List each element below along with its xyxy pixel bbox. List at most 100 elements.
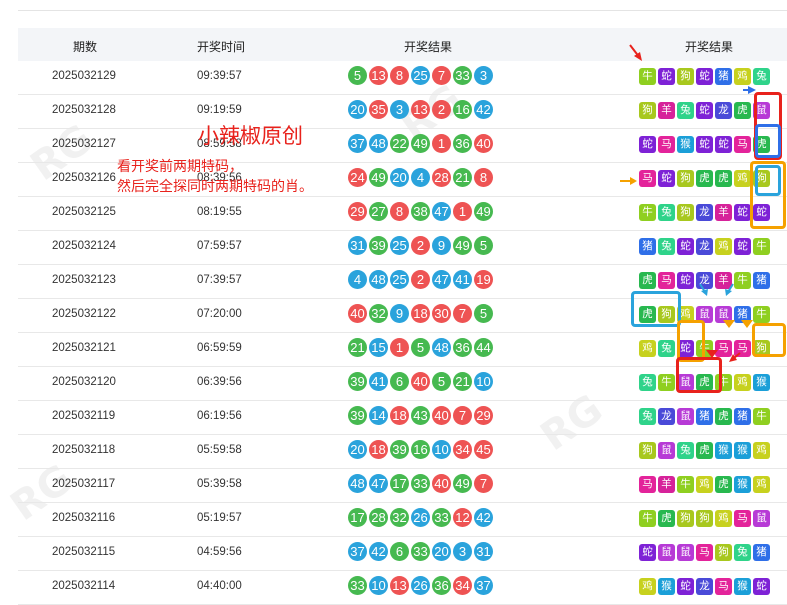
number-ball: 16 bbox=[453, 100, 472, 119]
zodiac-tag: 兔 bbox=[658, 238, 675, 255]
number-ball: 22 bbox=[390, 134, 409, 153]
number-ball: 1 bbox=[390, 338, 409, 357]
zodiac-tag: 狗 bbox=[696, 510, 713, 527]
zodiac-tag: 蛇 bbox=[734, 204, 751, 221]
zodiac-group: 猪兔蛇龙鸡蛇牛 bbox=[639, 238, 772, 255]
header-zodiac: 开奖结果 bbox=[685, 40, 734, 54]
ball-group: 40 32 9 18 30 7 5 bbox=[348, 304, 495, 323]
ball-group: 39 41 6 40 5 21 10 bbox=[348, 372, 495, 391]
issue-number: 2025032129 bbox=[52, 70, 116, 82]
zodiac-tag: 虎 bbox=[715, 170, 732, 187]
zodiac-tag: 猴 bbox=[658, 578, 675, 595]
number-ball: 2 bbox=[432, 100, 451, 119]
number-ball: 49 bbox=[369, 168, 388, 187]
zodiac-tag: 羊 bbox=[658, 476, 675, 493]
draw-time: 09:19:59 bbox=[197, 104, 242, 116]
number-ball: 39 bbox=[369, 236, 388, 255]
number-ball: 39 bbox=[390, 440, 409, 459]
zodiac-tag: 蛇 bbox=[677, 272, 694, 289]
number-ball: 40 bbox=[432, 474, 451, 493]
zodiac-tag: 牛 bbox=[753, 238, 770, 255]
zodiac-tag: 蛇 bbox=[715, 136, 732, 153]
zodiac-tag: 蛇 bbox=[639, 544, 656, 561]
highlight-box-orange-3 bbox=[752, 323, 786, 357]
zodiac-tag: 猪 bbox=[639, 238, 656, 255]
number-ball: 2 bbox=[411, 236, 430, 255]
number-ball: 9 bbox=[390, 304, 409, 323]
draw-time: 04:59:56 bbox=[197, 546, 242, 558]
table-row: 2025032116 05:19:57 17 28 32 26 33 12 42 牛虎狗狗鸡马鼠 bbox=[18, 503, 787, 537]
ball-group: 5 13 8 25 7 33 3 bbox=[348, 66, 495, 85]
zodiac-tag: 马 bbox=[734, 340, 751, 357]
zodiac-tag: 鼠 bbox=[658, 442, 675, 459]
ball-group: 24 49 20 4 28 21 8 bbox=[348, 168, 495, 187]
number-ball: 49 bbox=[411, 134, 430, 153]
zodiac-tag: 猴 bbox=[753, 374, 770, 391]
highlight-box-red-2 bbox=[676, 357, 722, 393]
number-ball: 37 bbox=[348, 134, 367, 153]
zodiac-tag: 虎 bbox=[715, 476, 732, 493]
number-ball: 25 bbox=[411, 66, 430, 85]
number-ball: 26 bbox=[411, 576, 430, 595]
number-ball: 36 bbox=[453, 134, 472, 153]
number-ball: 18 bbox=[390, 406, 409, 425]
draw-time: 08:19:55 bbox=[197, 206, 242, 218]
zodiac-tag: 猪 bbox=[696, 408, 713, 425]
number-ball: 37 bbox=[474, 576, 493, 595]
number-ball: 15 bbox=[369, 338, 388, 357]
zodiac-group: 牛蛇狗蛇猪鸡兔 bbox=[639, 68, 772, 85]
number-ball: 28 bbox=[369, 508, 388, 527]
number-ball: 39 bbox=[348, 372, 367, 391]
zodiac-tag: 兔 bbox=[734, 544, 751, 561]
number-ball: 42 bbox=[474, 508, 493, 527]
zodiac-tag: 猪 bbox=[715, 68, 732, 85]
number-ball: 40 bbox=[348, 304, 367, 323]
number-ball: 17 bbox=[348, 508, 367, 527]
number-ball: 48 bbox=[369, 270, 388, 289]
number-ball: 31 bbox=[348, 236, 367, 255]
draw-time: 09:39:57 bbox=[197, 70, 242, 82]
zodiac-group: 蛇马猴蛇蛇马虎 bbox=[639, 136, 772, 153]
ball-group: 37 48 22 49 1 36 40 bbox=[348, 134, 495, 153]
zodiac-tag: 猴 bbox=[734, 578, 751, 595]
zodiac-tag: 蛇 bbox=[696, 136, 713, 153]
issue-number: 2025032128 bbox=[52, 104, 116, 116]
zodiac-tag: 牛 bbox=[639, 510, 656, 527]
zodiac-tag: 鼠 bbox=[753, 510, 770, 527]
number-ball: 20 bbox=[432, 542, 451, 561]
zodiac-tag: 牛 bbox=[734, 272, 751, 289]
draw-time: 05:59:58 bbox=[197, 444, 242, 456]
zodiac-tag: 鸡 bbox=[715, 510, 732, 527]
number-ball: 33 bbox=[348, 576, 367, 595]
number-ball: 32 bbox=[369, 304, 388, 323]
table-row: 2025032125 08:19:55 29 27 8 38 47 1 49 牛兔狗龙羊蛇蛇 bbox=[18, 197, 787, 231]
number-ball: 7 bbox=[432, 66, 451, 85]
zodiac-tag: 鸡 bbox=[734, 170, 751, 187]
number-ball: 7 bbox=[474, 474, 493, 493]
zodiac-tag: 狗 bbox=[639, 102, 656, 119]
zodiac-tag: 狗 bbox=[677, 204, 694, 221]
draw-time: 05:39:58 bbox=[197, 478, 242, 490]
number-ball: 20 bbox=[348, 100, 367, 119]
table-row: 2025032114 04:40:00 33 10 13 26 36 34 37 鸡猴蛇龙马猴蛇 bbox=[18, 571, 787, 605]
zodiac-group: 蛇鼠鼠马狗兔猪 bbox=[639, 544, 772, 561]
zodiac-tag: 猴 bbox=[734, 476, 751, 493]
annotation-line-2: 然后完全探同时两期特码的肖。 bbox=[117, 179, 313, 195]
table-row: 2025032120 06:39:56 39 41 6 40 5 21 10 兔牛鼠虎牛鸡猴 bbox=[18, 367, 787, 401]
draw-time: 07:20:00 bbox=[197, 308, 242, 320]
ball-group: 48 47 17 33 40 49 7 bbox=[348, 474, 495, 493]
table-row: 2025032118 05:59:58 20 18 39 16 10 34 45 狗鼠兔虎猴猴鸡 bbox=[18, 435, 787, 469]
zodiac-tag: 狗 bbox=[677, 68, 694, 85]
number-ball: 7 bbox=[453, 304, 472, 323]
zodiac-tag: 鸡 bbox=[639, 578, 656, 595]
ball-group: 39 14 18 43 40 7 29 bbox=[348, 406, 495, 425]
draw-time: 06:19:56 bbox=[197, 410, 242, 422]
number-ball: 41 bbox=[453, 270, 472, 289]
zodiac-tag: 猪 bbox=[753, 272, 770, 289]
zodiac-tag: 牛 bbox=[639, 68, 656, 85]
number-ball: 32 bbox=[390, 508, 409, 527]
number-ball: 18 bbox=[369, 440, 388, 459]
number-ball: 29 bbox=[474, 406, 493, 425]
table-row: 2025032119 06:19:56 39 14 18 43 40 7 29 兔龙鼠猪虎猪牛 bbox=[18, 401, 787, 435]
zodiac-tag: 龙 bbox=[696, 204, 713, 221]
